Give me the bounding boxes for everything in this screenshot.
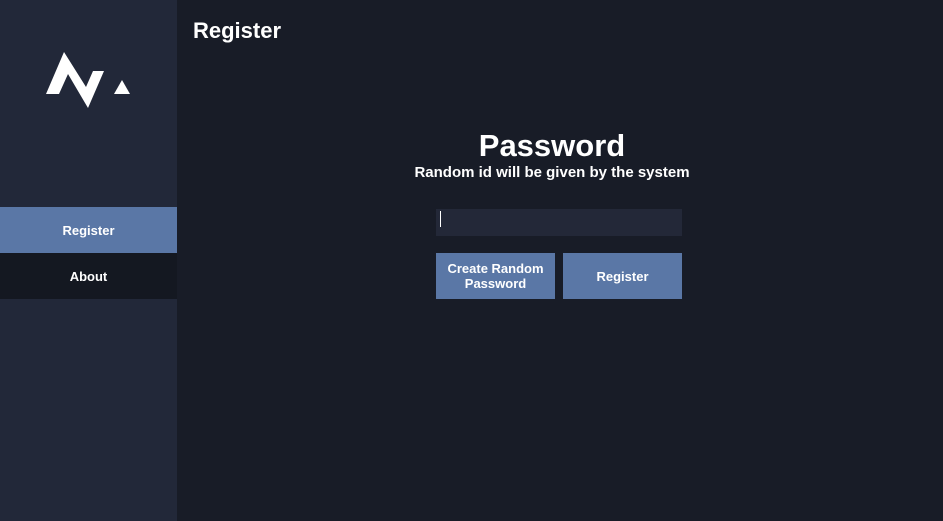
password-input[interactable] xyxy=(436,209,682,236)
form-subheading: Random id will be given by the system xyxy=(414,164,690,181)
sidebar: Register About xyxy=(0,0,177,521)
app-window: Register About Register Password Random … xyxy=(0,0,943,521)
main-content: Register Password Random id will be give… xyxy=(177,0,943,521)
register-button[interactable]: Register xyxy=(563,253,682,299)
text-caret xyxy=(440,211,441,227)
sidebar-item-about[interactable]: About xyxy=(0,253,177,299)
brand-logo-icon xyxy=(46,52,130,108)
sidebar-item-label: Register xyxy=(62,222,115,238)
sidebar-item-label: About xyxy=(69,268,108,284)
form-heading: Password xyxy=(478,128,626,163)
sidebar-item-register[interactable]: Register xyxy=(0,207,177,253)
create-random-password-button[interactable]: Create Random Password xyxy=(436,253,555,299)
page-title: Register xyxy=(193,18,282,43)
